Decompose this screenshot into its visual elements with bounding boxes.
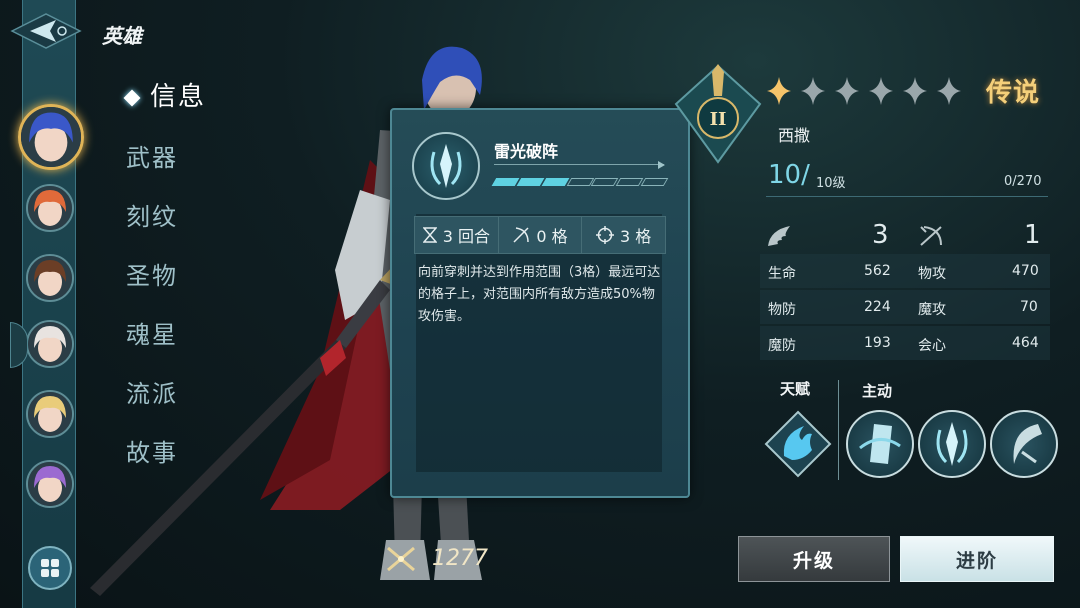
skill-stats-row: 3 回合 0 格 3 格 (414, 216, 666, 254)
attribute-value: 70 (1020, 299, 1038, 315)
crossed-swords-icon (387, 546, 415, 572)
skill-divider (494, 164, 664, 165)
upgrade-button[interactable]: 升级 (738, 536, 890, 582)
skill-name: 雷光破阵 (494, 142, 559, 161)
max-range-value: 3 格 (620, 227, 652, 246)
hero-level-cap: 10级 (816, 176, 846, 191)
crosshair-icon (596, 226, 615, 244)
hourglass-icon (422, 227, 437, 243)
attribute-value: 224 (864, 299, 891, 315)
attribute-label: 魔防 (768, 338, 796, 354)
skills-divider (838, 380, 839, 480)
attribute-value: 464 (1012, 335, 1039, 351)
attribute-label: 物攻 (918, 266, 946, 282)
crescent-blade-icon[interactable] (990, 410, 1058, 478)
skill-level-segment (615, 178, 644, 186)
star-empty-icon (801, 77, 825, 105)
star-filled-icon (767, 77, 791, 105)
combat-power: 1277 (432, 546, 488, 571)
advance-button[interactable]: 进阶 (900, 536, 1054, 582)
star-empty-icon (903, 77, 927, 105)
skill-level-segment (516, 178, 545, 186)
attribute-label: 魔攻 (918, 302, 946, 318)
wing-icon (768, 226, 790, 246)
rarity-rank: 传说 (986, 78, 1041, 108)
hero-avatar-2[interactable] (26, 184, 74, 232)
class-roman-numeral: II (710, 109, 727, 130)
skill-level-segment (541, 178, 569, 186)
hero-name: 西撒 (778, 126, 811, 145)
hero-level: 10/ (768, 160, 810, 190)
hero-avatar-1[interactable] (18, 104, 84, 170)
lance-burst-icon (412, 132, 480, 200)
bow-icon (920, 226, 942, 246)
attribute-label: 会心 (918, 338, 946, 354)
attribute-value: 562 (864, 263, 891, 279)
hero-avatar-4[interactable] (26, 320, 74, 368)
hero-portrait-icon (28, 186, 72, 230)
skill-level-segment (491, 178, 520, 186)
skill-level-segment (640, 178, 669, 186)
star-empty-icon (937, 77, 961, 105)
experience-bar (766, 196, 1048, 197)
skill-description: 向前穿刺并达到作用范围（3格）最远可达的格子上，对范围内所有敌方造成50%物攻伤… (418, 265, 661, 324)
attribute-row: 物防 224 魔攻 70 (760, 290, 1050, 324)
banner-swirl-icon[interactable] (846, 410, 914, 478)
hero-portrait-icon (28, 256, 72, 300)
min-range-value: 0 格 (536, 227, 568, 246)
hero-portrait-icon (28, 392, 72, 436)
range-value: 1 (1024, 220, 1041, 250)
star-rating (766, 74, 986, 108)
hero-avatar-6[interactable] (26, 460, 74, 508)
max-range-stat: 3 格 (582, 217, 665, 253)
cooldown-stat: 3 回合 (415, 217, 499, 253)
move-range-row: 3 1 (760, 220, 1050, 254)
talent-label: 天赋 (780, 380, 811, 398)
attribute-row: 魔防 193 会心 464 (760, 326, 1050, 360)
cooldown-value: 3 回合 (442, 227, 490, 246)
arrow-right-icon (658, 161, 665, 169)
hero-sidebar (22, 0, 76, 608)
hero-portrait-icon (21, 107, 81, 167)
attribute-label: 物防 (768, 302, 796, 318)
skill-level-segment (566, 178, 594, 186)
min-range-stat: 0 格 (499, 217, 583, 253)
lance-burst-icon[interactable] (918, 410, 986, 478)
experience-value: 0/270 (1004, 174, 1042, 189)
hero-class-emblem: II (674, 64, 762, 164)
active-skills-label: 主动 (862, 382, 893, 400)
hero-avatar-5[interactable] (26, 390, 74, 438)
attribute-value: 193 (864, 335, 891, 351)
bow-icon (513, 227, 530, 243)
back-arrow-icon[interactable] (10, 10, 82, 52)
grid-button[interactable] (28, 546, 72, 590)
attribute-row: 生命 562 物攻 470 (760, 254, 1050, 288)
grid-icon (41, 559, 59, 577)
skill-level-bar (491, 178, 669, 186)
skill-detail-popup: 雷光破阵 3 回合 0 格 3 格 向前穿刺并达到作用范围（3格）最远可达的格子… (390, 108, 690, 498)
hero-avatar-3[interactable] (26, 254, 74, 302)
hero-portrait-icon (28, 462, 72, 506)
skill-level-segment (591, 178, 619, 186)
attribute-label: 生命 (768, 266, 796, 282)
hero-portrait-icon (28, 322, 72, 366)
move-value: 3 (872, 220, 889, 250)
flame-wing-icon[interactable] (764, 410, 832, 478)
star-empty-icon (835, 77, 859, 105)
star-empty-icon (869, 77, 893, 105)
attribute-value: 470 (1012, 263, 1039, 279)
